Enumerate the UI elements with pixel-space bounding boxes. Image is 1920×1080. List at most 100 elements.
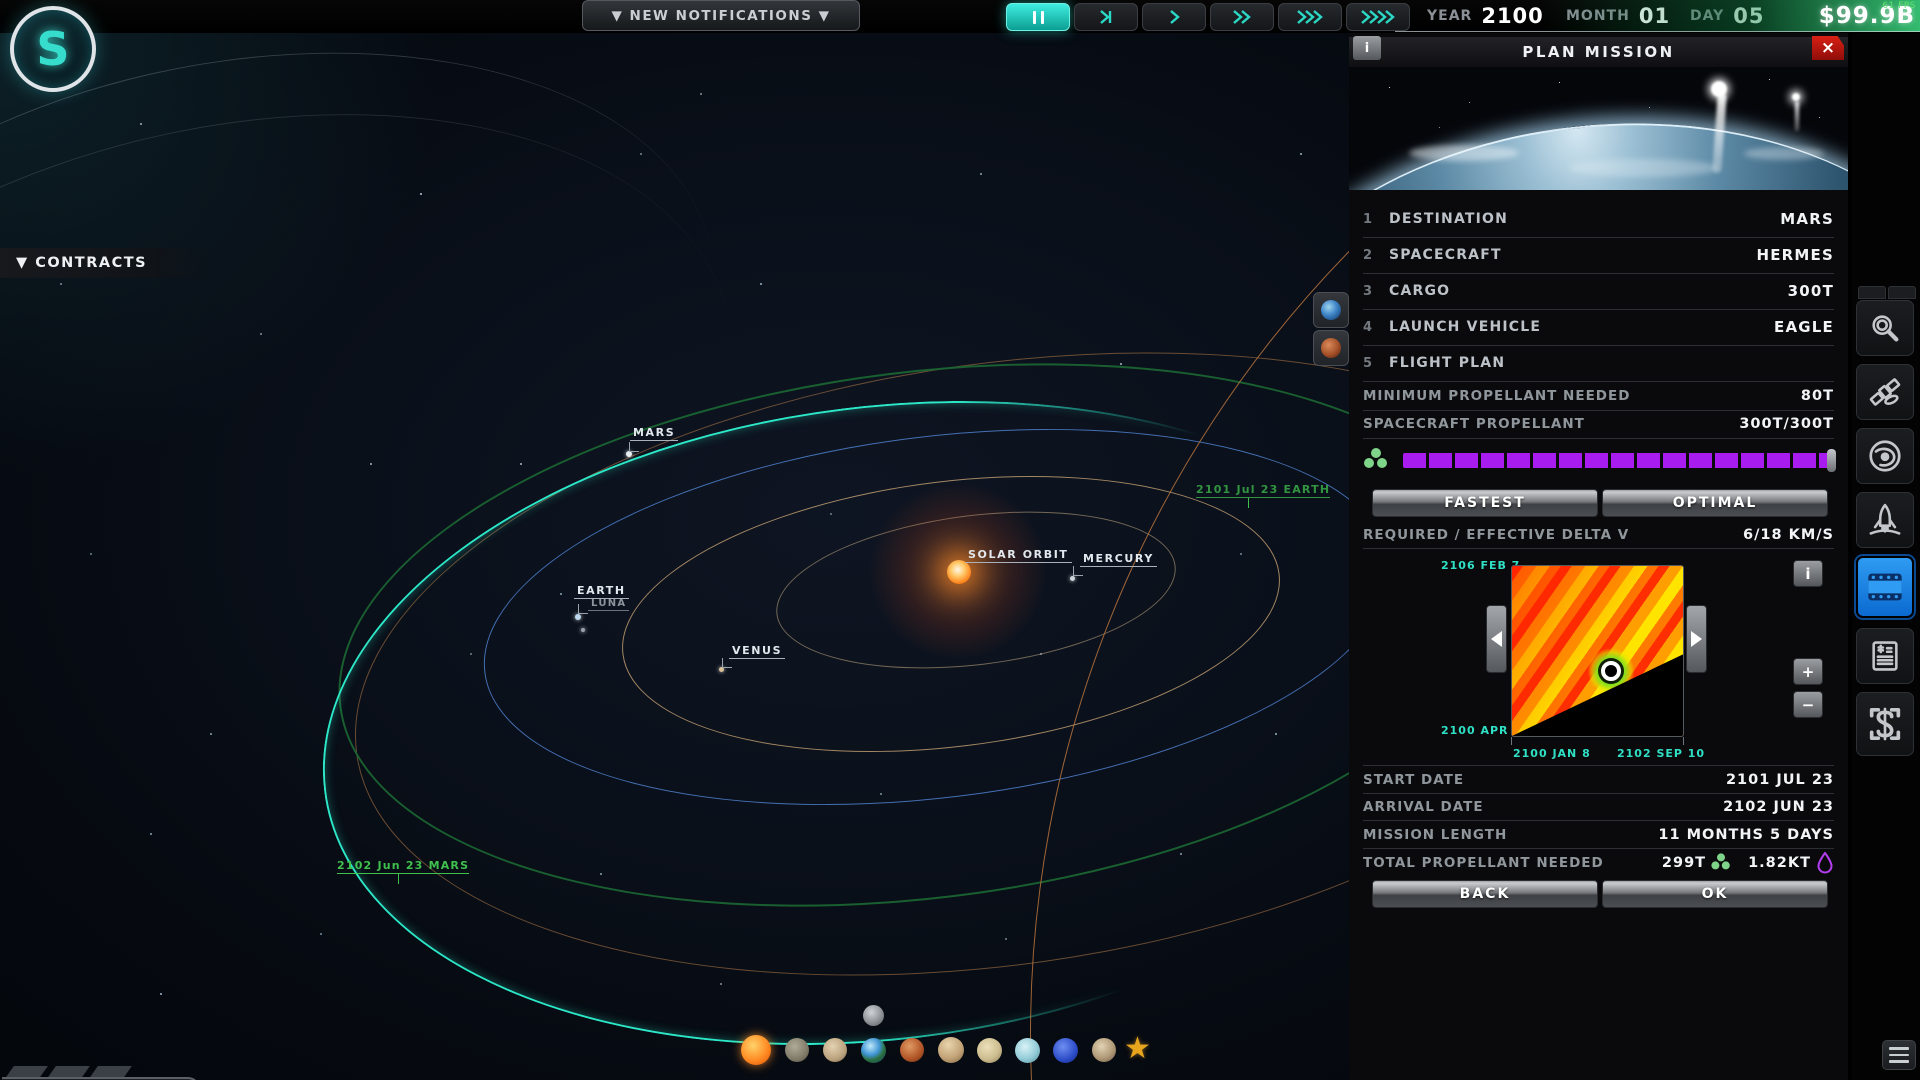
field-launch-vehicle[interactable]: 4 LAUNCH VEHICLE EAGLE xyxy=(1363,309,1834,346)
footer-mercury-icon[interactable] xyxy=(785,1038,809,1062)
sun[interactable] xyxy=(947,560,971,584)
propellant-icon xyxy=(1711,852,1732,872)
porkchop-xmin-label: 2100 JAN 8 xyxy=(1513,747,1591,760)
contracts-dropdown[interactable]: ▼ CONTRACTS xyxy=(0,248,214,278)
solar-orbit-label[interactable]: SOLAR ORBIT xyxy=(965,548,1072,563)
earth-dot[interactable] xyxy=(575,614,581,620)
porkchop-prev-button[interactable] xyxy=(1486,605,1507,673)
arrival-label[interactable]: 2102 Jun 23 MARS xyxy=(337,859,470,874)
focus-mars-button[interactable] xyxy=(1313,330,1349,366)
speed-2x-button[interactable] xyxy=(1210,3,1274,31)
field-spacecraft[interactable]: 2 SPACECRAFT HERMES xyxy=(1363,237,1834,274)
footer-venus-icon[interactable] xyxy=(823,1038,847,1062)
sidebar-orbit-button[interactable] xyxy=(1856,428,1914,484)
pause-button[interactable] xyxy=(1006,3,1070,31)
field-unit: T xyxy=(1822,282,1834,300)
delta-v-unit: KM/S xyxy=(1788,527,1834,543)
year-display: YEAR 2100 xyxy=(1427,0,1544,32)
luna-label[interactable]: LUNA xyxy=(588,598,630,611)
footer-pluto-icon[interactable] xyxy=(1092,1038,1116,1062)
close-icon[interactable]: × xyxy=(1812,36,1844,60)
outer-orbit-arc xyxy=(1030,33,1349,1080)
play-button[interactable] xyxy=(1142,3,1206,31)
sidebar-invoice-button[interactable] xyxy=(1856,628,1914,684)
mission-image xyxy=(1349,67,1848,190)
starfield xyxy=(0,33,2,35)
field-label: CARGO xyxy=(1389,283,1451,299)
money-display: $99.9B xyxy=(1540,0,1920,32)
field-flight-plan[interactable]: 5 FLIGHT PLAN xyxy=(1363,345,1834,382)
sidebar-satellite-button[interactable] xyxy=(1856,364,1914,420)
porkchop-plot[interactable] xyxy=(1511,565,1684,737)
earth-leader-line xyxy=(578,604,588,614)
propellant-slider[interactable] xyxy=(1403,448,1836,472)
zoom-out-button[interactable]: − xyxy=(1793,691,1823,718)
missions-filmstrip-icon xyxy=(1868,573,1902,601)
mission-length-value: 11 MONTHS 5 DAYS xyxy=(1658,826,1834,843)
pause-icon xyxy=(1040,10,1044,24)
fastest-button[interactable]: FASTEST xyxy=(1372,489,1598,517)
panel-info-button[interactable]: i xyxy=(1353,36,1381,60)
propellant-slider-handle[interactable] xyxy=(1827,448,1836,472)
sidebar-rocket-button[interactable] xyxy=(1856,492,1914,548)
propellant-slider-row xyxy=(1363,445,1836,475)
game-logo[interactable]: S xyxy=(10,6,96,92)
field-label: DESTINATION xyxy=(1389,211,1509,227)
field-number: 3 xyxy=(1363,283,1373,299)
porkchop-info-button[interactable]: i xyxy=(1793,560,1823,587)
optimal-button[interactable]: OPTIMAL xyxy=(1602,489,1828,517)
mercury-dot[interactable] xyxy=(1070,576,1075,581)
sidebar-missions-button[interactable] xyxy=(1856,556,1914,618)
luna-dot[interactable] xyxy=(581,628,585,632)
footer-luna-icon[interactable] xyxy=(863,1005,884,1026)
delta-v-row: REQUIRED / EFFECTIVE DELTA V 6/18 KM/S xyxy=(1363,522,1834,549)
speed-4x-button[interactable] xyxy=(1346,3,1410,31)
porkchop-xmax-label: 2102 SEP 10 xyxy=(1617,747,1706,760)
plan-mission-panel: PLAN MISSION i × 1 DESTINATION MARS 2 SP… xyxy=(1349,33,1848,1080)
sidebar-tab-2[interactable] xyxy=(1888,286,1916,299)
back-button[interactable]: BACK xyxy=(1372,880,1598,908)
play-icon xyxy=(1170,10,1180,24)
solar-system-map[interactable]: MARS EARTH LUNA VENUS MERCURY SOLAR ORBI… xyxy=(0,33,1349,1080)
departure-label[interactable]: 2101 Jul 23 EARTH xyxy=(1196,483,1331,498)
total-propellant-mass: 299 xyxy=(1661,854,1696,871)
field-number: 4 xyxy=(1363,319,1373,335)
zoom-in-button[interactable]: + xyxy=(1793,658,1823,685)
sidebar-search-button[interactable] xyxy=(1856,300,1914,356)
footer-mars-icon[interactable] xyxy=(900,1038,924,1062)
menu-button[interactable] xyxy=(1882,1040,1916,1070)
footer-uranus-icon[interactable] xyxy=(1015,1038,1040,1063)
field-cargo[interactable]: 3 CARGO 300 T xyxy=(1363,273,1834,310)
notifications-button[interactable]: ▼ NEW NOTIFICATIONS ▼ xyxy=(582,0,860,31)
arrival-date-value: 2102 JUN 23 xyxy=(1723,798,1834,815)
field-destination[interactable]: 1 DESTINATION MARS xyxy=(1363,201,1834,238)
footer-jupiter-icon[interactable] xyxy=(938,1037,964,1063)
background-arc xyxy=(0,33,765,713)
sidebar-tab-1[interactable] xyxy=(1858,286,1886,299)
sidebar-finance-button[interactable] xyxy=(1856,692,1914,756)
venus-label[interactable]: VENUS xyxy=(729,644,786,659)
footer-saturn-icon[interactable] xyxy=(977,1038,1002,1063)
porkchop-x-axis xyxy=(1511,737,1684,745)
field-value: HERMES xyxy=(1756,246,1834,264)
footer-star-icon[interactable]: ★ xyxy=(1124,1034,1151,1064)
footer-sun-icon[interactable] xyxy=(741,1035,771,1065)
search-icon xyxy=(1872,315,1899,342)
step-button[interactable] xyxy=(1074,3,1138,31)
rocket-plume-small xyxy=(1795,101,1799,131)
min-propellant-value: 80 xyxy=(1800,388,1824,404)
total-propellant-mass-unit: T xyxy=(1695,854,1707,871)
footer-neptune-icon[interactable] xyxy=(1053,1038,1078,1063)
image-stars xyxy=(1349,67,1350,68)
mercury-label[interactable]: MERCURY xyxy=(1080,552,1157,567)
speed-3x-button[interactable] xyxy=(1278,3,1342,31)
selected-transfer-marker[interactable] xyxy=(1601,661,1622,682)
footer-earth-icon[interactable] xyxy=(861,1038,886,1063)
focus-earth-button[interactable] xyxy=(1313,292,1349,328)
invoice-icon xyxy=(1872,641,1898,671)
mars-label[interactable]: MARS xyxy=(630,426,679,441)
porkchop-next-button[interactable] xyxy=(1686,605,1707,673)
start-date-value: 2101 JUL 23 xyxy=(1725,771,1834,788)
ok-button[interactable]: OK xyxy=(1602,880,1828,908)
earth-label[interactable]: EARTH xyxy=(574,584,629,599)
